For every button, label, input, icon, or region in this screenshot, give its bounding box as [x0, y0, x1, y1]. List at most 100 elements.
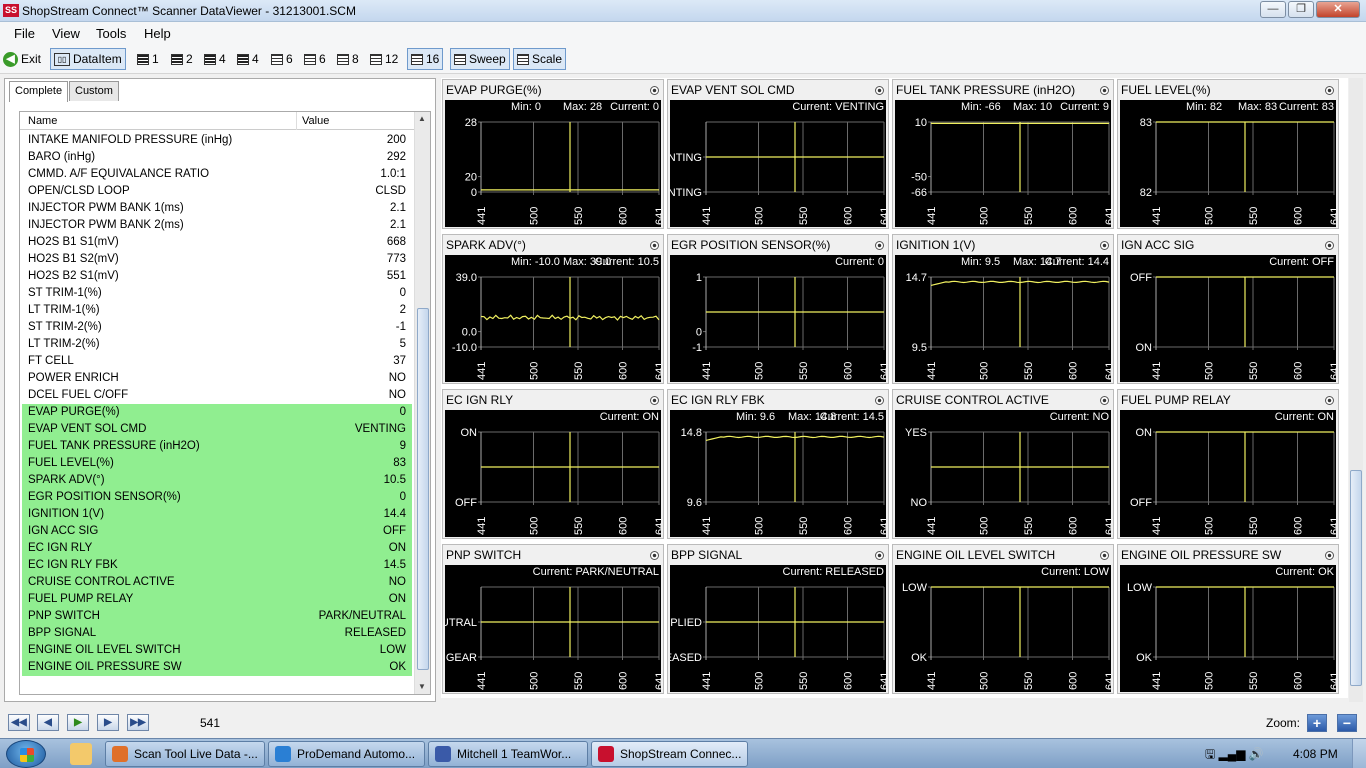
zoom-in-button[interactable]: + [1307, 714, 1327, 732]
table-row[interactable]: INTAKE MANIFOLD PRESSURE (inHg) 200 [22, 132, 412, 149]
show-desktop-button[interactable] [1352, 739, 1366, 768]
explorer-icon[interactable] [70, 743, 92, 765]
graph-canvas[interactable]: Current: RELEASED441500550600641APPLIEDR… [670, 565, 886, 692]
table-row[interactable]: LT TRIM-1(%) 2 [22, 302, 412, 319]
layout-6b-button[interactable]: 6 [304, 48, 326, 70]
maximize-icon[interactable]: ❐ [1288, 1, 1314, 18]
graph-canvas[interactable]: Current: PARK/NEUTRAL441500550600641PARK… [445, 565, 661, 692]
table-row[interactable]: EC IGN RLY FBK 14.5 [22, 557, 412, 574]
graph-panel[interactable]: ENGINE OIL LEVEL SWITCH Current: LOW 441 50… [892, 544, 1114, 694]
table-row[interactable]: CRUISE CONTROL ACTIVE NO [22, 574, 412, 591]
taskbar-task[interactable]: Mitchell 1 TeamWor... [428, 741, 588, 767]
layout-2-button[interactable]: 2 [171, 48, 193, 70]
graph-select-radio-icon[interactable] [1325, 551, 1334, 560]
graph-select-radio-icon[interactable] [1100, 86, 1109, 95]
table-scrollbar[interactable]: ▲ ▼ [414, 112, 430, 694]
menu-help[interactable]: Help [144, 26, 171, 41]
volume-icon[interactable]: 🔊 [1249, 747, 1264, 761]
graph-canvas[interactable]: Current: LOW 441 500 550 600 641 LOW OK [895, 565, 1111, 692]
graph-panel[interactable]: EGR POSITION SENSOR(%) Current: 0 441 500 55… [667, 234, 889, 384]
graph-canvas[interactable]: Current: ON 441 500 550 600 641 ON OFF [445, 410, 661, 537]
graph-panel[interactable]: PNP SWITCH Current: PARK/NEUTRAL 441 500 550… [442, 544, 664, 694]
graph-select-radio-icon[interactable] [875, 551, 884, 560]
table-row[interactable]: FUEL LEVEL(%) 83 [22, 455, 412, 472]
graph-panel[interactable]: IGNITION 1(V) Min: 9.5 Max: 14.7 Current: 1… [892, 234, 1114, 384]
table-row[interactable]: EVAP VENT SOL CMD VENTING [22, 421, 412, 438]
graph-select-radio-icon[interactable] [1325, 86, 1334, 95]
graph-canvas[interactable]: Min: 82 Max: 83 Current: 83 441 500 550 600 641… [1120, 100, 1336, 227]
signal-icon[interactable]: ▂▄▆ [1219, 747, 1246, 761]
table-row[interactable]: HO2S B1 S1(mV) 668 [22, 234, 412, 251]
graph-canvas[interactable]: Min: -66 Max: 10 Current: 9 441 500 550 600 641… [895, 100, 1111, 227]
usb-icon[interactable]: 🖫 [1205, 747, 1215, 761]
table-row[interactable]: PNP SWITCH PARK/NEUTRAL [22, 608, 412, 625]
graph-select-radio-icon[interactable] [650, 551, 659, 560]
graph-canvas[interactable]: Current: OFF 441 500 550 600 641 OFF ON [1120, 255, 1336, 382]
table-row[interactable]: EVAP PURGE(%) 0 [22, 404, 412, 421]
taskbar-task[interactable]: ProDemand Automo... [268, 741, 425, 767]
menu-tools[interactable]: Tools [96, 26, 126, 41]
play-icon[interactable]: ▶ [67, 714, 89, 731]
table-row[interactable]: HO2S B2 S1(mV) 551 [22, 268, 412, 285]
graph-canvas[interactable]: Min: -10.0 Max: 39.0 Current: 10.5 441 500 55… [445, 255, 661, 382]
graph-select-radio-icon[interactable] [1100, 241, 1109, 250]
graph-select-radio-icon[interactable] [875, 396, 884, 405]
taskbar-task[interactable]: Scan Tool Live Data -... [105, 741, 265, 767]
first-frame-icon[interactable]: ◀◀ [8, 714, 30, 731]
graph-select-radio-icon[interactable] [875, 241, 884, 250]
table-row[interactable]: CMMD. A/F EQUIVALANCE RATIO 1.0:1 [22, 166, 412, 183]
table-row[interactable]: FUEL TANK PRESSURE (inH2O) 9 [22, 438, 412, 455]
tab-custom[interactable]: Custom [69, 81, 119, 101]
graph-panel[interactable]: FUEL TANK PRESSURE (inH2O) Min: -66 Max: 1… [892, 79, 1114, 229]
table-row[interactable]: SPARK ADV(°) 10.5 [22, 472, 412, 489]
graph-panel[interactable]: ENGINE OIL PRESSURE SW Current: OK 441 500 5… [1117, 544, 1339, 694]
graph-scrollbar-thumb[interactable] [1350, 470, 1362, 686]
table-row[interactable]: POWER ENRICH NO [22, 370, 412, 387]
graph-canvas[interactable]: Current: OK 441 500 550 600 641 LOW OK [1120, 565, 1336, 692]
graph-canvas[interactable]: Current: 0 441 500 550 600 641 1 0 -1 [670, 255, 886, 382]
table-row[interactable]: INJECTOR PWM BANK 2(ms) 2.1 [22, 217, 412, 234]
graph-select-radio-icon[interactable] [1325, 396, 1334, 405]
graph-panel[interactable]: IGN ACC SIG Current: OFF 441 500 550 600 641 OF… [1117, 234, 1339, 384]
table-row[interactable]: INJECTOR PWM BANK 1(ms) 2.1 [22, 200, 412, 217]
graph-select-radio-icon[interactable] [1100, 396, 1109, 405]
close-icon[interactable]: ✕ [1316, 1, 1360, 18]
graph-canvas[interactable]: Min: 0 Max: 28 Current: 0 441 500 550 600 641 28… [445, 100, 661, 227]
graph-panel[interactable]: FUEL LEVEL(%) Min: 82 Max: 83 Current: 83 44… [1117, 79, 1339, 229]
table-row[interactable]: IGNITION 1(V) 14.4 [22, 506, 412, 523]
taskbar-task[interactable]: ShopStream Connec... [591, 741, 748, 767]
graph-select-radio-icon[interactable] [875, 86, 884, 95]
table-row[interactable]: ENGINE OIL LEVEL SWITCH LOW [22, 642, 412, 659]
table-row[interactable]: DCEL FUEL C/OFF NO [22, 387, 412, 404]
column-header-name[interactable]: Name [28, 115, 57, 127]
graph-panel[interactable]: EC IGN RLY Current: ON 441 500 550 600 641 ON OF… [442, 389, 664, 539]
clock[interactable]: 4:08 PM [1293, 747, 1338, 761]
table-row[interactable]: FT CELL 37 [22, 353, 412, 370]
sweep-button[interactable]: Sweep [450, 48, 510, 70]
graph-select-radio-icon[interactable] [650, 86, 659, 95]
table-row[interactable]: EC IGN RLY ON [22, 540, 412, 557]
start-button[interactable] [6, 740, 46, 768]
layout-8-button[interactable]: 8 [337, 48, 359, 70]
tab-complete[interactable]: Complete [9, 81, 69, 102]
table-row[interactable]: OPEN/CLSD LOOP CLSD [22, 183, 412, 200]
table-row[interactable]: EGR POSITION SENSOR(%) 0 [22, 489, 412, 506]
graph-panel[interactable]: EVAP VENT SOL CMD Current: VENTING 441 500 5… [667, 79, 889, 229]
layout-16-button[interactable]: 16 [407, 48, 444, 70]
table-row[interactable]: BARO (inHg) 292 [22, 149, 412, 166]
scale-button[interactable]: Scale [513, 48, 567, 70]
graph-select-radio-icon[interactable] [1100, 551, 1109, 560]
graph-panel[interactable]: FUEL PUMP RELAY Current: ON 441 500 550 600 64… [1117, 389, 1339, 539]
dataitem-button[interactable]: ▯▯ DataItem [50, 48, 126, 70]
table-row[interactable]: BPP SIGNAL RELEASED [22, 625, 412, 642]
scroll-down-icon[interactable]: ▼ [418, 682, 426, 691]
graph-canvas[interactable]: Current: ON 441 500 550 600 641 ON OFF [1120, 410, 1336, 537]
column-divider[interactable] [296, 112, 297, 130]
graph-scrollbar[interactable] [1349, 78, 1363, 702]
table-row[interactable]: ENGINE OIL PRESSURE SW OK [22, 659, 412, 676]
graph-panel[interactable]: SPARK ADV(°) Min: -10.0 Max: 39.0 Current: … [442, 234, 664, 384]
last-frame-icon[interactable]: ▶▶ [127, 714, 149, 731]
exit-button[interactable]: ◀ Exit [3, 48, 41, 70]
graph-panel[interactable]: CRUISE CONTROL ACTIVE Current: NO 441 500 55… [892, 389, 1114, 539]
table-row[interactable]: IGN ACC SIG OFF [22, 523, 412, 540]
